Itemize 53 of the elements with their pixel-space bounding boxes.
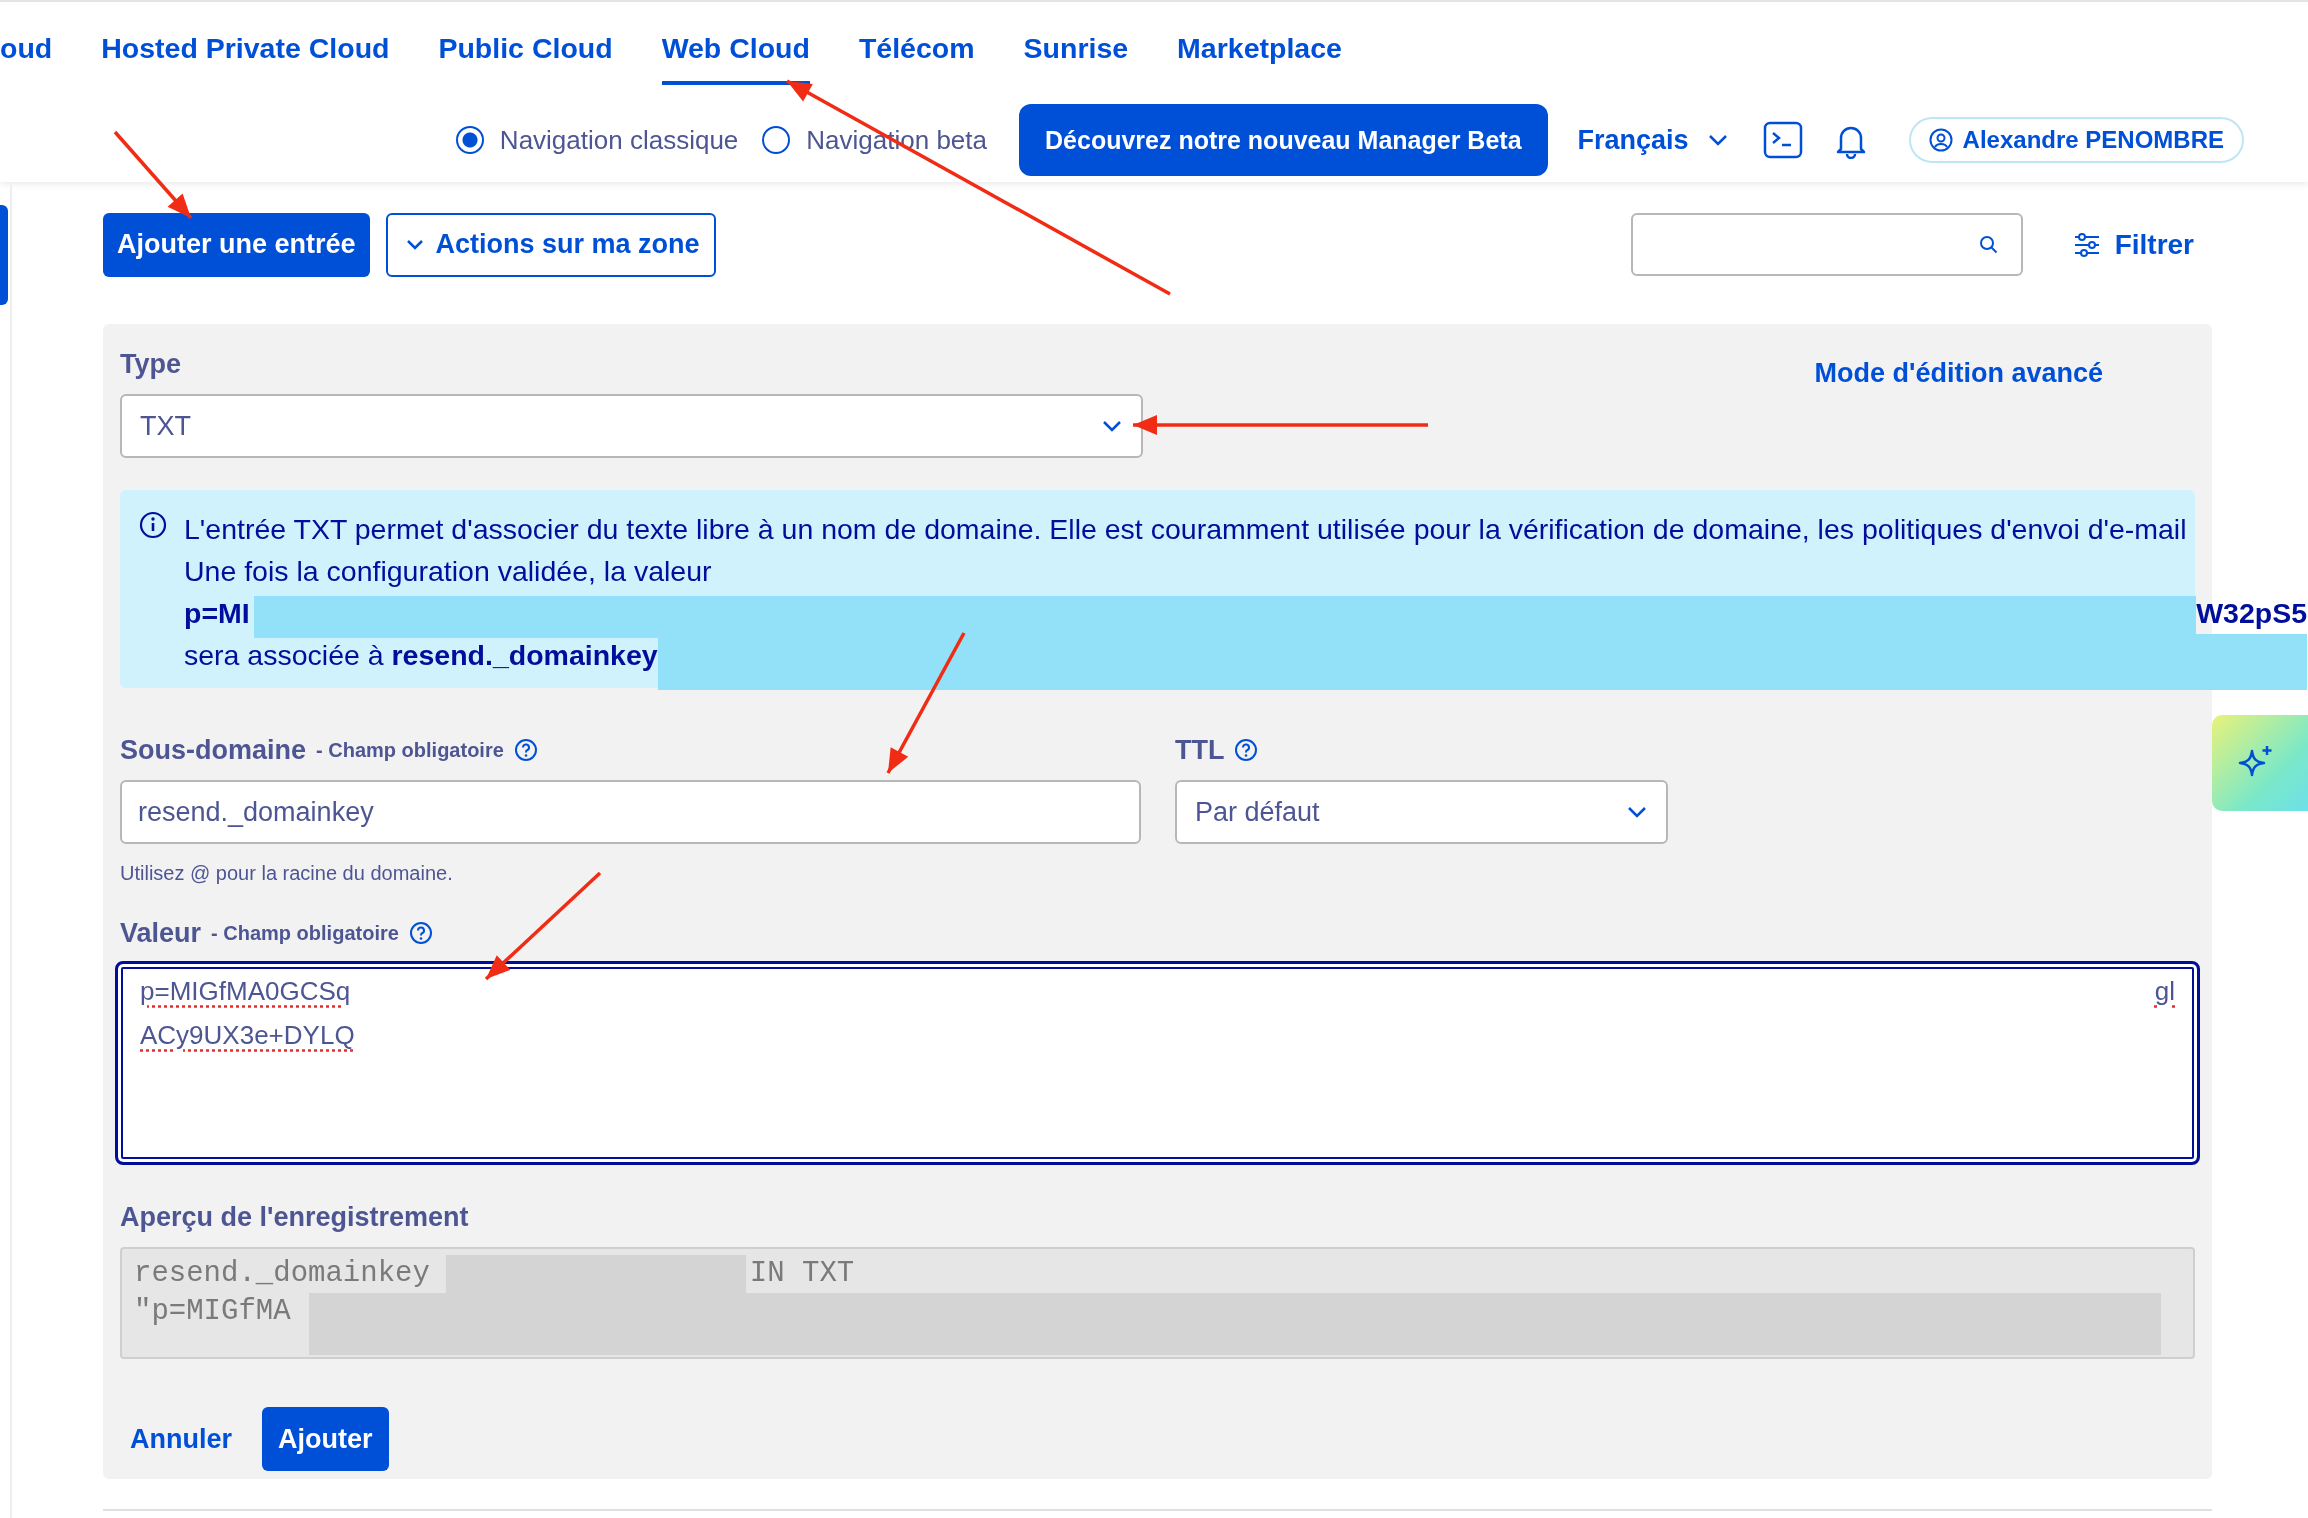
search-icon: [1978, 234, 1999, 255]
advanced-mode-link[interactable]: Mode d'édition avancé: [1814, 358, 2103, 458]
search-field[interactable]: [1630, 213, 2023, 276]
nav-tab[interactable]: Sunrise: [1023, 15, 1129, 85]
radio-option[interactable]: Navigation classique: [455, 124, 739, 156]
chevron-down-icon: [405, 238, 424, 251]
chevron-down-icon: [1706, 133, 1729, 147]
field-label: TTL: [1175, 734, 1225, 766]
radio-button[interactable]: [455, 126, 484, 154]
record-value: p=MI: [184, 596, 250, 631]
nav-tab[interactable]: oud: [0, 15, 53, 85]
submit-button[interactable]: Ajouter: [262, 1407, 389, 1471]
info-text: L'entrée TXT permet d'associer du texte libre à un nom de domaine. Elle est couramment utilisée pour la vérification de domaine, les politiques d'envoi d'e-mail: [184, 512, 2188, 547]
hint-text: Utilisez @ pour la racine du domaine.: [120, 862, 454, 885]
info-text: sera associée à resend._domainkey: [184, 638, 658, 673]
info-icon: [138, 510, 168, 540]
info-text: Une fois la configuration validée, la valeur: [184, 554, 713, 589]
field-label: Type: [120, 347, 182, 381]
preview-text: "p=MIGfMA: [134, 1294, 291, 1330]
preview-text: IN TXT: [749, 1256, 855, 1292]
language-dropdown[interactable]: Français: [1571, 123, 1735, 157]
chevron-down-icon: [1101, 419, 1123, 433]
value-textarea[interactable]: p=MIGfMA0GCSq gl ACy9UX3e+DYLQ: [115, 961, 2200, 1165]
required-note: - Champ obligatoire: [316, 738, 504, 762]
subdomain-field[interactable]: resend._domainkey: [120, 780, 1141, 844]
help-icon[interactable]: [513, 738, 538, 762]
field-label: Valeur: [120, 917, 202, 949]
cancel-button[interactable]: Annuler: [120, 1423, 242, 1455]
nav-tab[interactable]: Hosted Private Cloud: [101, 15, 390, 85]
user-button[interactable]: Alexandre PENOMBRE: [1908, 117, 2244, 163]
user-icon: [1928, 128, 1953, 152]
preview-text: resend._domainkey: [134, 1256, 430, 1292]
radio-label: Navigation classique: [499, 124, 739, 156]
chevron-down-icon: [1626, 805, 1648, 819]
nav-tab[interactable]: Marketplace: [1177, 15, 1342, 85]
sliders-icon: [2072, 231, 2101, 258]
required-note: - Champ obligatoire: [211, 921, 399, 945]
nav-tab[interactable]: Public Cloud: [438, 15, 613, 85]
assistant-button[interactable]: [2212, 715, 2308, 811]
terminal-icon[interactable]: [1762, 121, 1803, 159]
type-dropdown[interactable]: TXT: [120, 394, 1143, 458]
help-icon[interactable]: [1234, 738, 1259, 762]
radio-button[interactable]: [762, 126, 791, 154]
help-icon[interactable]: [408, 921, 433, 945]
add-entry-button[interactable]: Ajouter une entrée: [103, 212, 370, 277]
field-label: Sous-domaine: [120, 734, 307, 766]
ttl-dropdown[interactable]: Par défaut: [1175, 780, 1668, 844]
record-value: W32pS5: [2196, 596, 2307, 631]
actions-button[interactable]: Actions sur ma zone: [385, 212, 716, 277]
beta-button[interactable]: Découvrez notre nouveau Manager Beta: [1019, 104, 1548, 176]
filter-button[interactable]: Filtrer: [2066, 227, 2200, 262]
nav-tab[interactable]: Télécom: [858, 15, 975, 85]
field-label: Aperçu de l'enregistrement: [120, 1200, 470, 1234]
